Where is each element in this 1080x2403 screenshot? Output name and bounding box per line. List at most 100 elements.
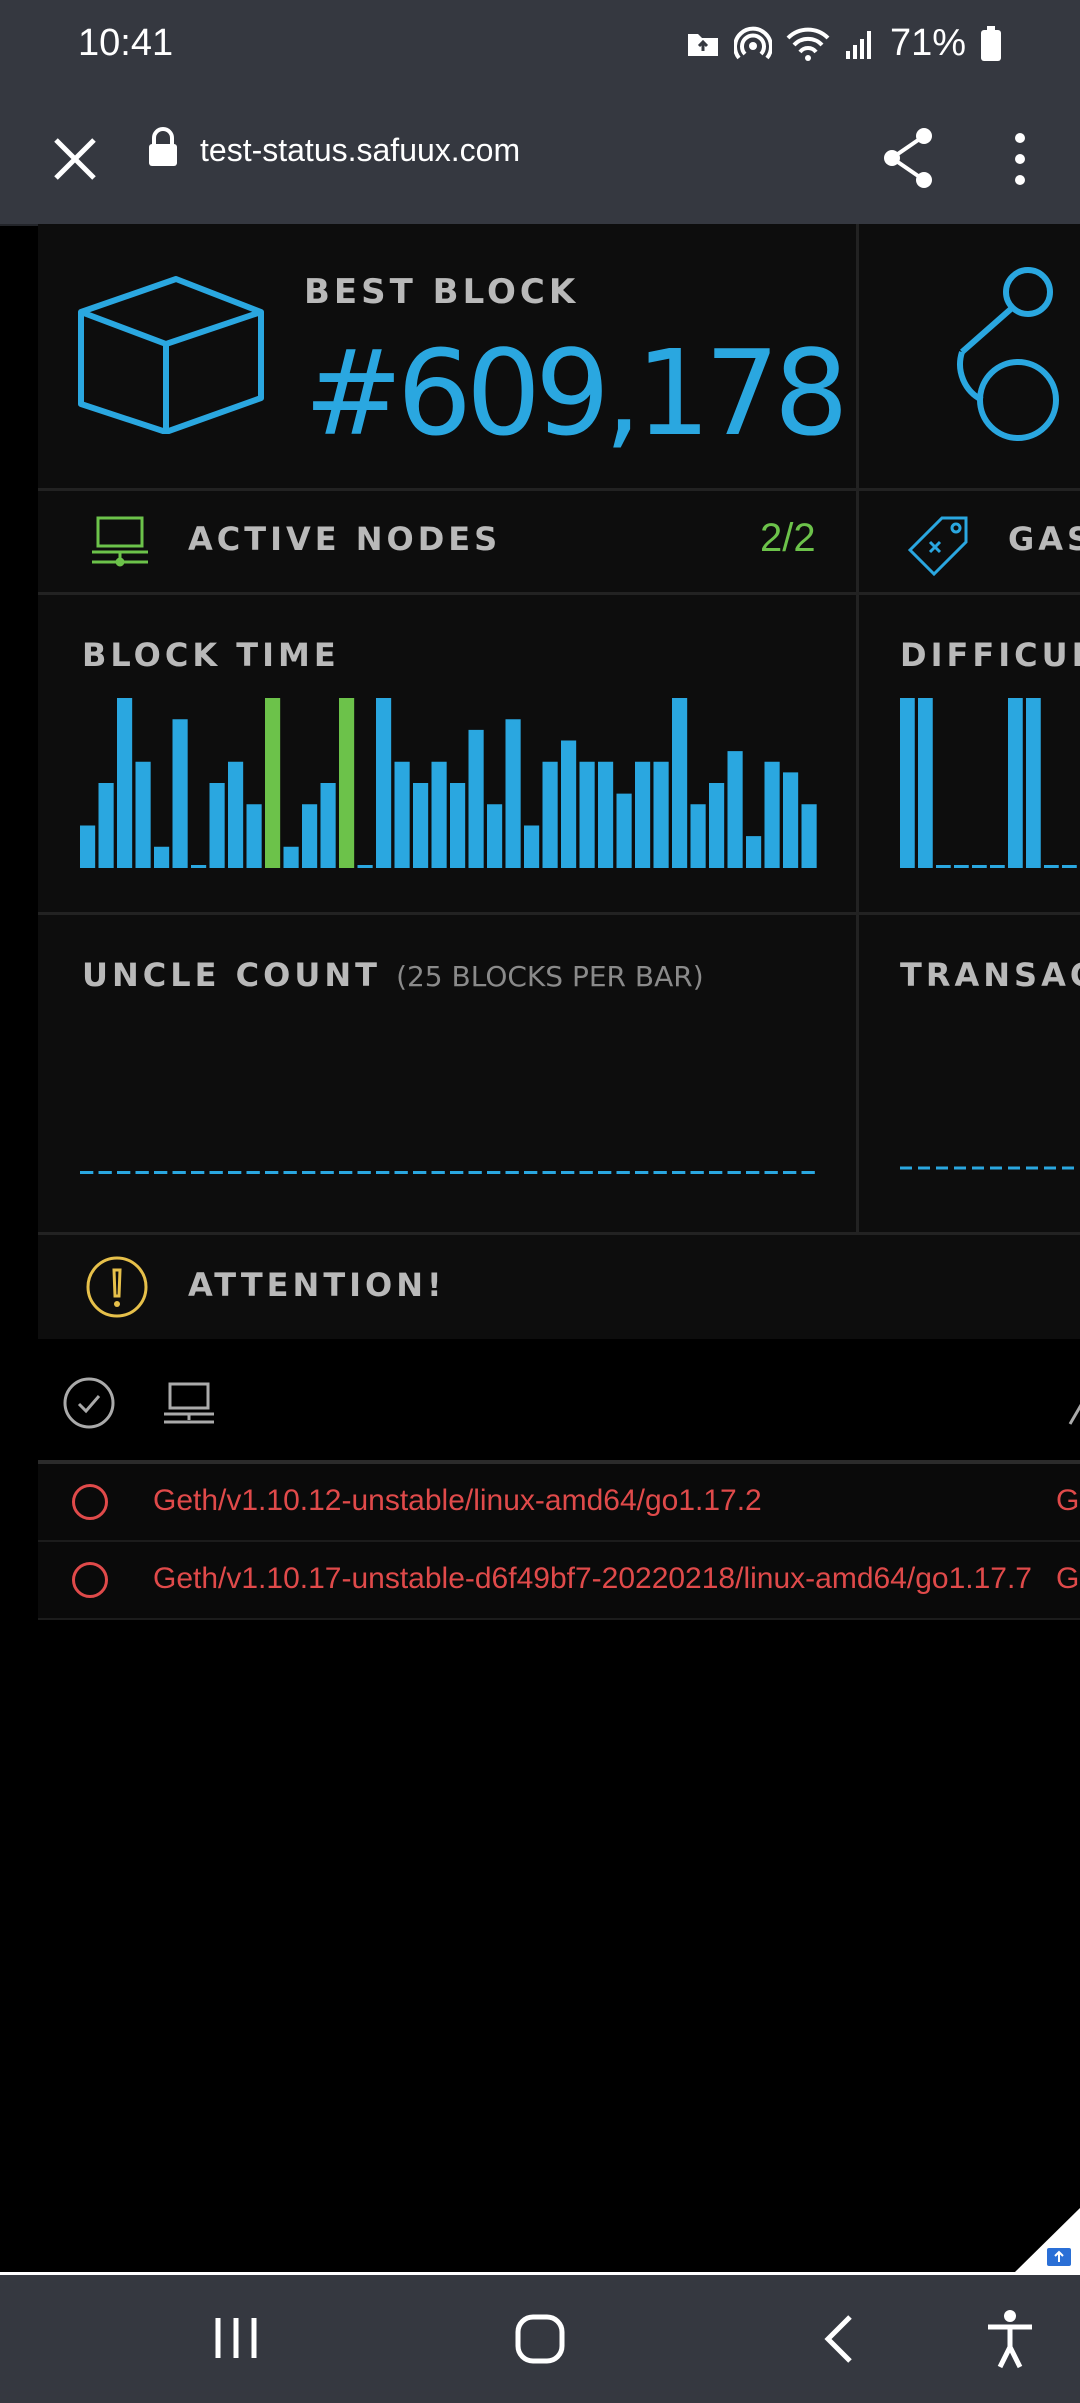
battery-percent: 71%: [889, 22, 966, 64]
chart-bar-empty: [246, 1171, 260, 1174]
node-client-name: Geth/v1.10.12-unstable/linux-amd64/go1.1…: [153, 1484, 762, 1517]
chart-bar-empty: [117, 1171, 131, 1174]
chart-bar-empty: [431, 1171, 445, 1174]
node-client-name: Geth/v1.10.17-unstable-d6f49bf7-20220218…: [153, 1562, 1032, 1595]
chart-bar: [764, 761, 780, 868]
status-ring-icon: [72, 1562, 108, 1598]
chart-bar-empty: [154, 1171, 168, 1174]
chart-bar-empty: [727, 1171, 741, 1174]
chart-bar-empty: [690, 1171, 704, 1174]
chart-bar-empty: [783, 1171, 797, 1174]
uncles-icon: [957, 267, 1059, 441]
chart-bar-empty: [191, 865, 207, 868]
chart-bar-empty: [616, 1171, 630, 1174]
block-time-chart: [80, 698, 817, 868]
wifi-icon: [786, 27, 830, 61]
chart-bar: [672, 698, 688, 868]
active-nodes-count: 2/2: [760, 516, 816, 560]
chart-bar: [709, 783, 725, 868]
panel-divider: [38, 488, 1080, 491]
uncle-count-label: UNCLE COUNT (25 BLOCKS PER BAR): [82, 956, 704, 994]
uncle-count-sub: (25 BLOCKS PER BAR): [396, 960, 704, 993]
active-nodes-label: ACTIVE NODES: [188, 520, 502, 558]
chart-bar: [487, 804, 503, 868]
chart-bar: [598, 761, 614, 868]
chart-bar: [801, 804, 817, 868]
home-icon[interactable]: [514, 2313, 566, 2365]
chart-bar-empty: [561, 1171, 575, 1174]
chart-bar: [228, 761, 244, 868]
chart-bar: [690, 804, 706, 868]
dashboard-panels: BEST BLOCK #609,178 ACTIVE NODES 2/2 GAS…: [38, 224, 1080, 1339]
chart-bar: [154, 846, 170, 868]
chart-bar-empty: [450, 1171, 464, 1174]
check-circle-icon[interactable]: [62, 1376, 116, 1430]
recent-apps-icon[interactable]: [210, 2313, 262, 2363]
chart-bar-empty: [487, 1171, 501, 1174]
transactions-chart: [900, 1166, 1080, 1170]
chart-bar-empty: [320, 1171, 334, 1174]
chart-bar: [320, 783, 336, 868]
laptop-icon[interactable]: [162, 1380, 216, 1428]
cube-icon: [78, 276, 264, 434]
chart-bar: [505, 719, 521, 868]
chart-bar-empty: [413, 1171, 427, 1174]
page-corner-icon[interactable]: [1015, 2208, 1080, 2272]
chart-bar-empty: [635, 1171, 649, 1174]
url-text[interactable]: test-status.safuux.com: [200, 132, 520, 169]
node-row[interactable]: Geth/v1.10.12-unstable/linux-amd64/go1.1…: [38, 1464, 1080, 1542]
chart-bar: [394, 761, 410, 868]
chart-bar-empty: [672, 1171, 686, 1174]
chart-bar: [727, 751, 743, 868]
chart-bar-empty: [954, 865, 969, 868]
chart-bar: [918, 698, 933, 868]
system-nav-bar: [0, 2272, 1080, 2403]
chart-bar-empty: [209, 1171, 223, 1174]
chart-bar-empty: [579, 1171, 593, 1174]
share-icon[interactable]: [874, 122, 944, 192]
chart-bar-empty: [357, 1171, 371, 1174]
status-time: 10:41: [78, 22, 174, 64]
difficulty-chart: [900, 698, 1077, 868]
chart-bar: [135, 761, 151, 868]
back-icon[interactable]: [820, 2311, 860, 2367]
chart-bar-empty: [98, 1171, 112, 1174]
folder-icon: [687, 33, 718, 56]
chart-bar: [1026, 698, 1041, 868]
chart-bar-empty: [801, 1171, 815, 1174]
attention-label: ATTENTION!: [188, 1266, 446, 1304]
chart-bar-empty: [339, 1171, 353, 1174]
flask-icon[interactable]: [1066, 1380, 1080, 1428]
chart-bar-empty: [746, 1171, 760, 1174]
browser-toolbar: test-status.safuux.com: [0, 94, 1080, 226]
uncle-count-chart: [80, 1171, 815, 1174]
chart-bar: [98, 783, 114, 868]
more-icon[interactable]: [1000, 124, 1040, 194]
chart-bar-empty: [376, 1171, 390, 1174]
accessibility-icon[interactable]: [984, 2309, 1036, 2369]
panel-divider: [38, 912, 1080, 915]
chart-bar-empty: [394, 1171, 408, 1174]
node-client-name-truncated: Ge: [1056, 1562, 1080, 1595]
transactions-label: TRANSACT: [900, 956, 1080, 994]
warning-icon: [86, 1256, 148, 1318]
chart-bar: [900, 698, 915, 868]
node-row[interactable]: Geth/v1.10.17-unstable-d6f49bf7-20220218…: [38, 1542, 1080, 1620]
chart-bar-empty: [709, 1171, 723, 1174]
chart-bar-empty: [172, 1171, 186, 1174]
battery-icon: [981, 25, 1001, 61]
chart-bar-empty: [653, 1171, 667, 1174]
chart-bar: [468, 729, 484, 868]
chart-bar-empty: [302, 1171, 316, 1174]
chart-bar: [746, 836, 762, 868]
close-icon[interactable]: [40, 124, 110, 194]
chart-bar: [80, 825, 96, 868]
status-icons: 71%: [686, 22, 1002, 65]
status-bar: 10:41 71%: [0, 0, 1080, 94]
gas-tag-icon: [907, 516, 968, 576]
block-time-label: BLOCK TIME: [82, 636, 340, 674]
chart-bar-empty: [972, 865, 987, 868]
chart-bar-empty: [1062, 865, 1077, 868]
node-list-header: [38, 1340, 1080, 1464]
best-block-label: BEST BLOCK: [304, 272, 580, 312]
